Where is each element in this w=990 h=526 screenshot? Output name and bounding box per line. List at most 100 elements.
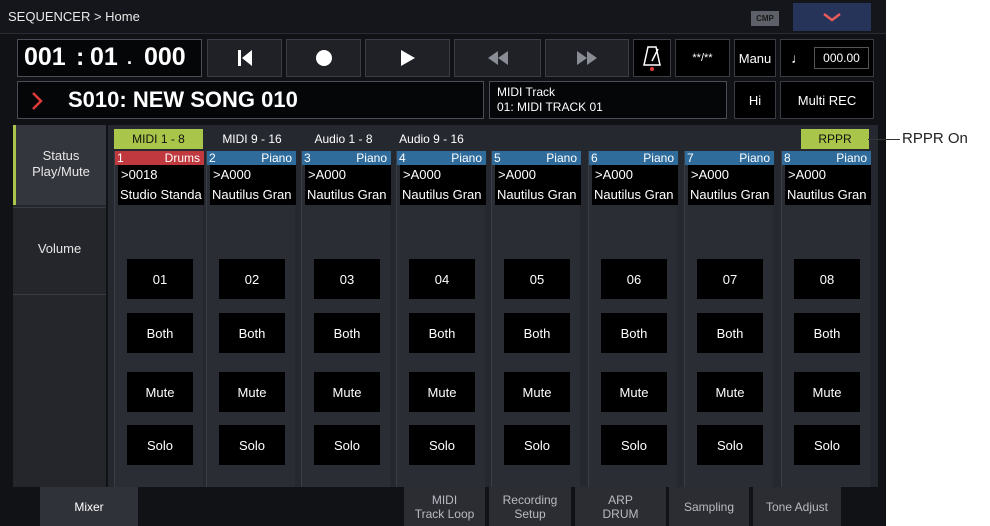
track-number: 8 — [784, 151, 791, 165]
midi-channel-button[interactable]: 03 — [314, 259, 380, 299]
tab-label-line1: ARP — [608, 492, 633, 507]
status-button[interactable]: Both — [504, 313, 570, 353]
status-button[interactable]: Both — [601, 313, 667, 353]
tab-arp-drum[interactable]: ARP DRUM — [575, 487, 666, 526]
program-number-field[interactable]: >A000 — [688, 165, 774, 185]
program-name-field[interactable]: Nautilus Gran — [495, 185, 581, 205]
track-strip-8: 8 Piano >A000 Nautilus Gran 08 Both Mute … — [781, 151, 871, 487]
tab-audio-9-16[interactable]: Audio 9 - 16 — [389, 129, 474, 149]
midi-channel-button[interactable]: 01 — [127, 259, 193, 299]
solo-button[interactable]: Solo — [794, 425, 860, 465]
track-instrument: Piano — [451, 151, 482, 165]
track-header: 6 Piano — [589, 151, 678, 165]
status-button[interactable]: Both — [314, 313, 380, 353]
locator-display[interactable]: 001 : 01 . 000 — [17, 39, 202, 77]
tab-volume[interactable]: Volume — [13, 207, 106, 295]
status-button[interactable]: Both — [127, 313, 193, 353]
solo-button[interactable]: Solo — [601, 425, 667, 465]
tab-audio-1-8[interactable]: Audio 1 - 8 — [301, 129, 386, 149]
tab-label: Tone Adjust — [765, 499, 829, 514]
program-number-field[interactable]: >A000 — [495, 165, 581, 185]
midi-channel-button[interactable]: 05 — [504, 259, 570, 299]
status-button[interactable]: Both — [794, 313, 860, 353]
midi-channel-button[interactable]: 06 — [601, 259, 667, 299]
tab-midi-track-loop[interactable]: MIDI Track Loop — [404, 487, 485, 526]
track-instrument: Drums — [164, 151, 200, 165]
tab-label-line2: Play/Mute — [32, 164, 90, 179]
multi-rec-button[interactable]: Multi REC — [780, 81, 874, 119]
solo-button[interactable]: Solo — [219, 425, 285, 465]
tempo-field[interactable]: ♩ 000.00 — [780, 39, 874, 77]
metronome-button[interactable] — [633, 39, 671, 77]
solo-button[interactable]: Solo — [127, 425, 193, 465]
page-title: SEQUENCER > Home — [8, 9, 140, 24]
rewind-button[interactable] — [454, 39, 541, 77]
record-button[interactable] — [286, 39, 361, 77]
tab-label-line1: Status — [42, 148, 80, 163]
status-button[interactable]: Both — [409, 313, 475, 353]
play-button[interactable] — [365, 39, 450, 77]
solo-button[interactable]: Solo — [409, 425, 475, 465]
tempo-mode-field[interactable]: Manu — [734, 39, 776, 77]
callout-line — [868, 139, 900, 140]
program-name-field[interactable]: Nautilus Gran — [688, 185, 774, 205]
tab-mixer[interactable]: Mixer — [40, 487, 138, 526]
program-number-field[interactable]: >A000 — [785, 165, 871, 185]
program-name-field[interactable]: Nautilus Gran — [400, 185, 486, 205]
track-instrument: Piano — [739, 151, 770, 165]
tab-status-play-mute[interactable]: Status Play/Mute — [13, 125, 106, 205]
midi-channel-button[interactable]: 08 — [794, 259, 860, 299]
hi-button[interactable]: Hi — [734, 81, 776, 119]
program-name-field[interactable]: Studio Standa — [118, 185, 204, 205]
track-header: 4 Piano — [397, 151, 486, 165]
track-instrument: Piano — [643, 151, 674, 165]
mute-button[interactable]: Mute — [504, 372, 570, 412]
program-name-field[interactable]: Nautilus Gran — [305, 185, 391, 205]
midi-channel-button[interactable]: 07 — [697, 259, 763, 299]
sequencer-screen: SEQUENCER > Home CMP 001 : 01 . 000 **/*… — [0, 0, 886, 526]
fast-forward-button[interactable] — [545, 39, 629, 77]
program-number-field[interactable]: >A000 — [305, 165, 391, 185]
chevron-right-icon — [32, 92, 43, 110]
program-number-field[interactable]: >A000 — [210, 165, 296, 185]
mute-button[interactable]: Mute — [127, 372, 193, 412]
page-menu-button[interactable] — [793, 3, 871, 31]
solo-button[interactable]: Solo — [504, 425, 570, 465]
program-name-field[interactable]: Nautilus Gran — [210, 185, 296, 205]
tab-tone-adjust[interactable]: Tone Adjust — [753, 487, 841, 526]
tab-midi-9-16[interactable]: MIDI 9 - 16 — [209, 129, 295, 149]
solo-button[interactable]: Solo — [697, 425, 763, 465]
rppr-on-callout: RPPR On — [902, 130, 968, 147]
tab-sampling[interactable]: Sampling — [669, 487, 749, 526]
tab-label-line1: MIDI — [431, 492, 458, 507]
rppr-button[interactable]: RPPR — [801, 129, 869, 149]
tab-label-line2: Track Loop — [414, 506, 475, 521]
status-button[interactable]: Both — [219, 313, 285, 353]
time-signature-field[interactable]: **/** — [675, 39, 730, 77]
program-number-field[interactable]: >A000 — [592, 165, 678, 185]
midi-channel-button[interactable]: 04 — [409, 259, 475, 299]
program-number-field[interactable]: >A000 — [400, 165, 486, 185]
mute-button[interactable]: Mute — [697, 372, 763, 412]
status-button[interactable]: Both — [697, 313, 763, 353]
program-number-field[interactable]: >0018 — [118, 165, 204, 185]
program-name-field[interactable]: Nautilus Gran — [785, 185, 871, 205]
track-type: MIDI Track — [497, 85, 556, 99]
tab-midi-1-8[interactable]: MIDI 1 - 8 — [114, 129, 203, 149]
chevron-down-icon — [823, 13, 841, 22]
quarter-note-icon: ♩ — [791, 50, 805, 66]
song-name: S010: NEW SONG 010 — [68, 87, 298, 112]
track-select-field[interactable]: MIDI Track 01: MIDI TRACK 01 — [489, 81, 727, 119]
midi-channel-button[interactable]: 02 — [219, 259, 285, 299]
mute-button[interactable]: Mute — [794, 372, 860, 412]
song-select-field[interactable]: S010: NEW SONG 010 — [17, 81, 484, 119]
solo-button[interactable]: Solo — [314, 425, 380, 465]
mute-button[interactable]: Mute — [601, 372, 667, 412]
mute-button[interactable]: Mute — [409, 372, 475, 412]
go-to-start-button[interactable] — [207, 39, 282, 77]
mute-button[interactable]: Mute — [314, 372, 380, 412]
tab-recording-setup[interactable]: Recording Setup — [489, 487, 571, 526]
mute-button[interactable]: Mute — [219, 372, 285, 412]
metronome-icon — [643, 46, 661, 71]
program-name-field[interactable]: Nautilus Gran — [592, 185, 678, 205]
